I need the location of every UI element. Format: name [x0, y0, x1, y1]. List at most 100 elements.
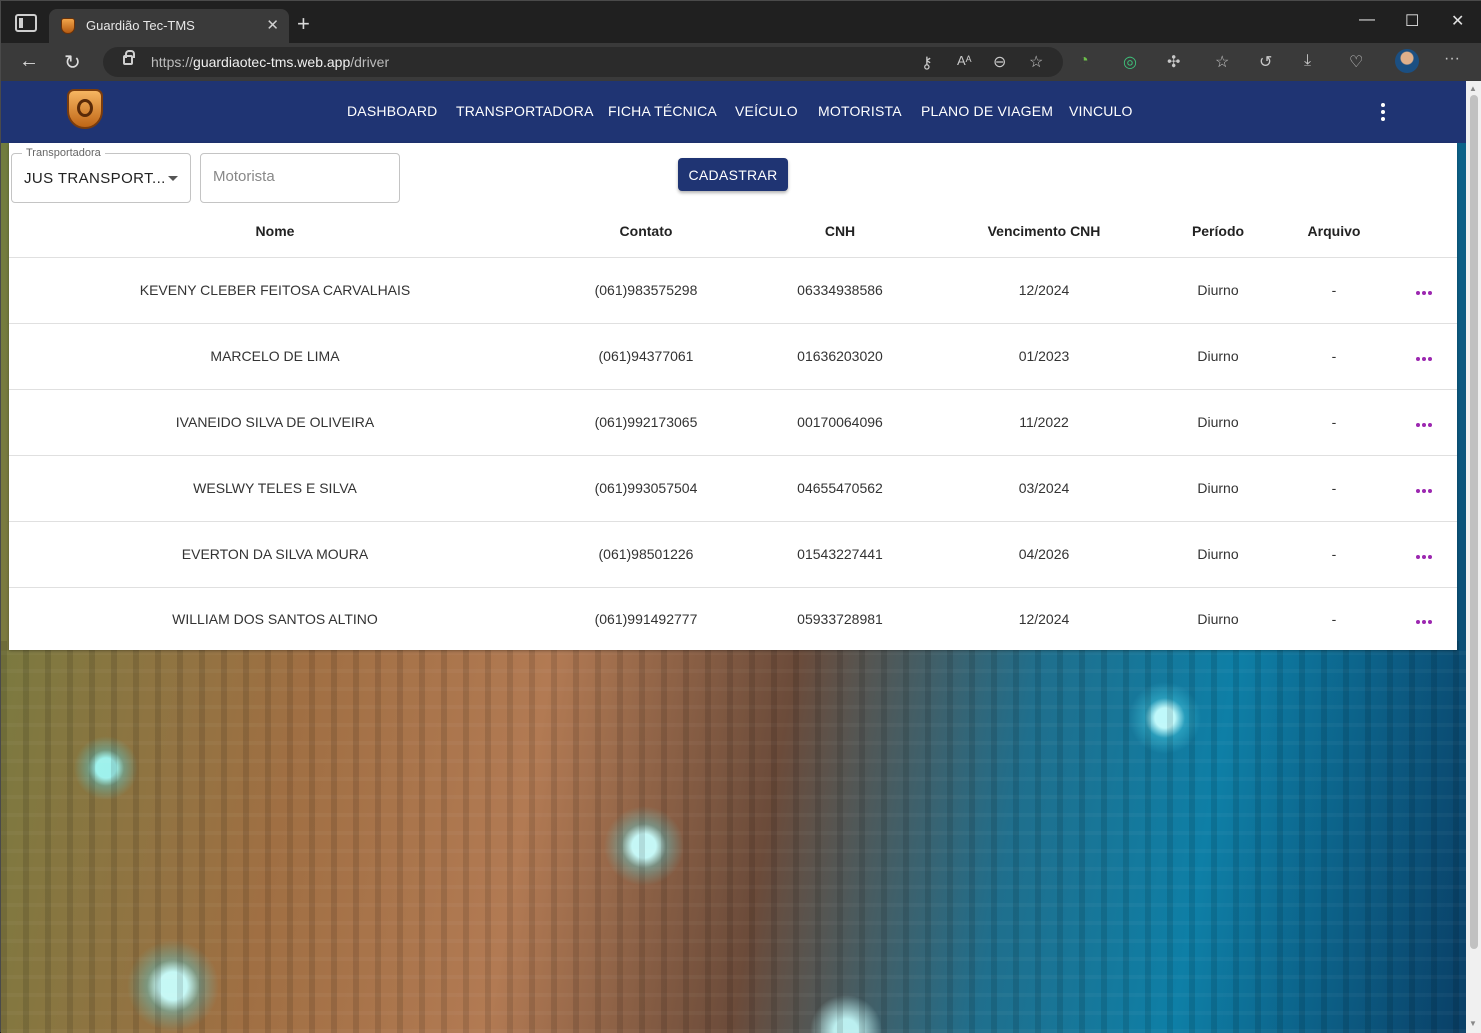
back-arrow-icon[interactable]: ← — [19, 50, 39, 73]
row-more-icon[interactable] — [1415, 348, 1433, 364]
close-tab-icon[interactable]: ✕ — [266, 16, 279, 34]
page-scrollbar[interactable]: ▲ ▼ — [1466, 81, 1481, 1033]
refresh-icon[interactable]: ↻ — [64, 50, 81, 75]
scroll-thumb[interactable] — [1470, 95, 1478, 949]
cell-periodo: Diurno — [1159, 257, 1277, 324]
drivers-table: Nome Contato CNH Vencimento CNH Período … — [9, 205, 1457, 651]
row-more-icon[interactable] — [1415, 480, 1433, 496]
app-navbar: DASHBOARD TRANSPORTADORA FICHA TÉCNICA V… — [1, 81, 1466, 143]
table-row[interactable]: IVANEIDO SILVA DE OLIVEIRA (061)99217306… — [9, 389, 1457, 456]
cell-arquivo: - — [1277, 455, 1391, 522]
cadastrar-button[interactable]: CADASTRAR — [678, 158, 788, 191]
nav-dashboard[interactable]: DASHBOARD — [347, 103, 437, 119]
minimize-icon[interactable]: — — [1359, 11, 1375, 29]
table-row[interactable]: EVERTON DA SILVA MOURA (061)98501226 015… — [9, 521, 1457, 588]
cell-periodo: Diurno — [1159, 389, 1277, 456]
browser-window: Guardião Tec-TMS ✕ + — ☐ ✕ ← ↻ https://g… — [0, 0, 1481, 1033]
cell-periodo: Diurno — [1159, 323, 1277, 390]
cell-contato: (061)94377061 — [541, 323, 751, 390]
table-row[interactable]: WESLWY TELES E SILVA (061)993057504 0465… — [9, 455, 1457, 522]
cell-vencimento: 11/2022 — [929, 389, 1159, 456]
downloads-icon[interactable]: ⤓ — [1304, 52, 1311, 70]
cell-nome: EVERTON DA SILVA MOURA — [9, 521, 541, 588]
table-row[interactable]: WILLIAM DOS SANTOS ALTINO (061)991492777… — [9, 587, 1457, 651]
cell-arquivo: - — [1277, 521, 1391, 588]
scroll-up-icon[interactable]: ▲ — [1469, 84, 1477, 93]
cell-cnh: 01543227441 — [751, 521, 929, 588]
header-nome: Nome — [9, 205, 541, 258]
browser-tab[interactable]: Guardião Tec-TMS ✕ — [49, 9, 289, 43]
extension-target-icon[interactable]: ◎ — [1123, 52, 1137, 72]
tab-actions-icon[interactable] — [15, 14, 37, 32]
nav-plano-de-viagem[interactable]: PLANO DE VIAGEM — [921, 103, 1053, 119]
header-vencimento-cnh: Vencimento CNH — [929, 205, 1159, 258]
cell-actions — [1391, 323, 1457, 390]
header-periodo: Período — [1159, 205, 1277, 258]
browser-essentials-icon[interactable]: ♡ — [1349, 52, 1363, 72]
close-window-icon[interactable]: ✕ — [1451, 11, 1464, 31]
cell-nome: IVANEIDO SILVA DE OLIVEIRA — [9, 389, 541, 456]
cell-actions — [1391, 521, 1457, 588]
scroll-down-icon[interactable]: ▼ — [1469, 1019, 1477, 1028]
table-row[interactable]: MARCELO DE LIMA (061)94377061 0163620302… — [9, 323, 1457, 390]
row-more-icon[interactable] — [1415, 282, 1433, 298]
cell-vencimento: 12/2024 — [929, 257, 1159, 324]
nav-veiculo[interactable]: VEÍCULO — [735, 103, 798, 119]
maximize-icon[interactable]: ☐ — [1405, 11, 1419, 31]
cell-nome: KEVENY CLEBER FEITOSA CARVALHAIS — [9, 257, 541, 324]
row-more-icon[interactable] — [1415, 611, 1433, 627]
favorites-icon[interactable]: ☆ — [1215, 52, 1229, 72]
key-icon[interactable]: ⚷ — [921, 53, 933, 73]
driver-panel: Transportadora JUS TRANSPORT... CADASTRA… — [9, 143, 1457, 650]
cell-actions — [1391, 389, 1457, 456]
address-bar[interactable]: https://guardiaotec-tms.web.app/driver ⚷… — [103, 47, 1063, 77]
lock-icon[interactable] — [123, 50, 135, 65]
header-contato: Contato — [541, 205, 751, 258]
extensions-puzzle-icon[interactable]: ✣ — [1167, 52, 1180, 72]
profile-avatar[interactable] — [1395, 49, 1419, 73]
cell-cnh: 05933728981 — [797, 611, 883, 628]
transportadora-select[interactable]: Transportadora JUS TRANSPORT... — [11, 147, 191, 203]
add-favorite-icon[interactable]: ☆ — [1029, 52, 1043, 72]
history-icon[interactable]: ↺ — [1259, 52, 1272, 72]
cell-vencimento: 12/2024 — [1018, 611, 1070, 628]
more-options-icon[interactable]: ··· — [1444, 50, 1460, 68]
cell-nome: WESLWY TELES E SILVA — [9, 455, 541, 522]
table-row[interactable]: KEVENY CLEBER FEITOSA CARVALHAIS (061)98… — [9, 257, 1457, 324]
extension-timer-icon[interactable]: ◔ — [1079, 52, 1089, 70]
table-header-row: Nome Contato CNH Vencimento CNH Período … — [9, 205, 1457, 258]
motorista-input[interactable] — [213, 168, 383, 185]
cell-contato: (061)993057504 — [541, 455, 751, 522]
cell-periodo: Diurno — [1159, 521, 1277, 588]
new-tab-icon[interactable]: + — [297, 11, 310, 37]
nav-ficha-tecnica[interactable]: FICHA TÉCNICA — [608, 103, 717, 119]
tab-title: Guardião Tec-TMS — [86, 18, 195, 33]
cell-contato: (061)991492777 — [594, 611, 698, 628]
cell-actions — [1391, 257, 1457, 324]
nav-transportadora[interactable]: TRANSPORTADORA — [456, 103, 594, 119]
app-menu-kebab-icon[interactable] — [1377, 101, 1389, 123]
cell-arquivo: - — [1277, 323, 1391, 390]
dropdown-arrow-icon[interactable] — [168, 176, 178, 181]
cell-vencimento: 04/2026 — [929, 521, 1159, 588]
guardiao-logo[interactable] — [67, 89, 103, 129]
cell-arquivo: - — [1277, 389, 1391, 456]
cell-arquivo: - — [1277, 257, 1391, 324]
transportadora-label: Transportadora — [22, 147, 105, 159]
page-viewport: DASHBOARD TRANSPORTADORA FICHA TÉCNICA V… — [1, 81, 1466, 1033]
shield-favicon-icon — [61, 18, 75, 34]
zoom-out-icon[interactable]: ⊖ — [993, 52, 1006, 72]
url-text[interactable]: https://guardiaotec-tms.web.app/driver — [151, 54, 389, 70]
transportadora-value[interactable]: JUS TRANSPORT... — [24, 170, 166, 187]
cell-contato: (061)983575298 — [541, 257, 751, 324]
row-more-icon[interactable] — [1415, 414, 1433, 430]
cell-cnh: 00170064096 — [751, 389, 929, 456]
nav-vinculo[interactable]: VINCULO — [1069, 103, 1133, 119]
read-aloud-icon[interactable]: Aᴬ — [957, 53, 972, 68]
nav-motorista[interactable]: MOTORISTA — [818, 103, 902, 119]
row-more-icon[interactable] — [1415, 546, 1433, 562]
header-arquivo: Arquivo — [1277, 205, 1391, 258]
cell-vencimento: 03/2024 — [929, 455, 1159, 522]
motorista-field[interactable] — [200, 153, 400, 203]
cell-contato: (061)992173065 — [541, 389, 751, 456]
